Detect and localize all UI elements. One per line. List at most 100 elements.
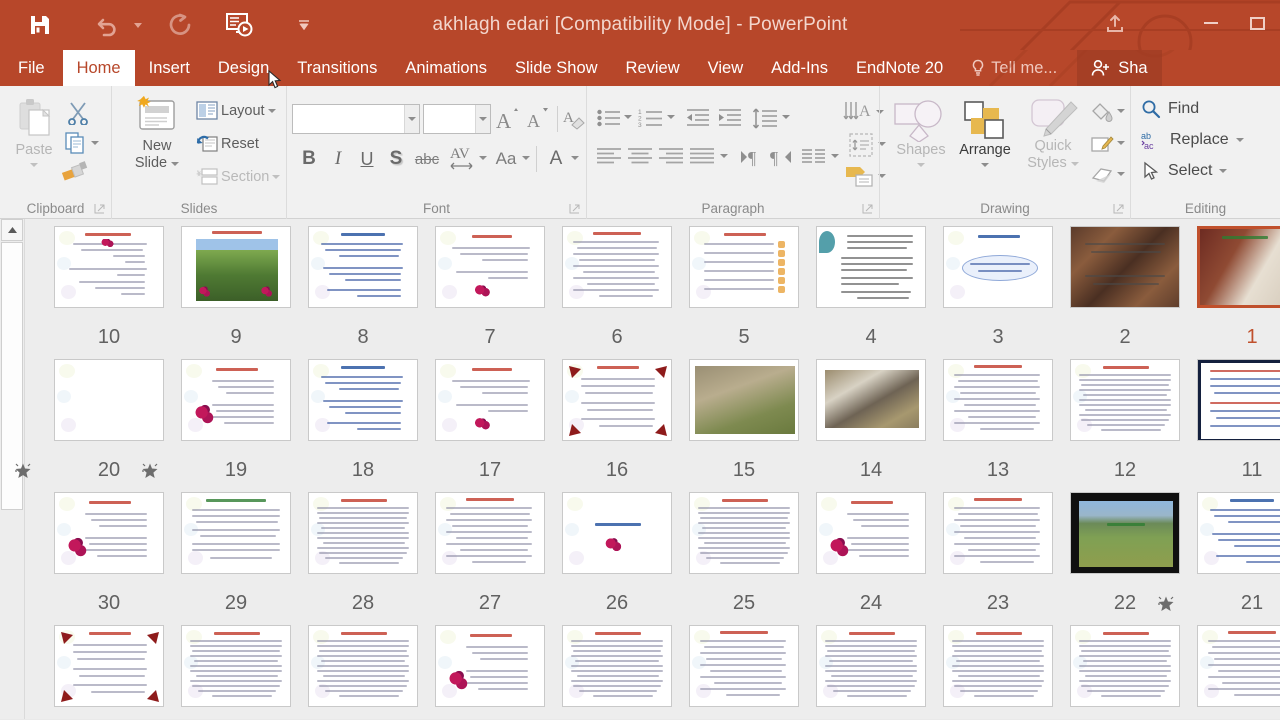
shape-effects-button[interactable]	[1088, 162, 1116, 188]
text-shadow-button[interactable]: S	[382, 144, 410, 174]
font-dialog-launcher[interactable]	[569, 203, 581, 215]
slide-preview[interactable]	[943, 226, 1053, 308]
slide-preview[interactable]	[435, 625, 545, 707]
minimize-button[interactable]	[1188, 0, 1234, 46]
slide-preview[interactable]	[816, 359, 926, 441]
columns-dropdown-caret-icon[interactable]	[831, 154, 839, 158]
slide-thumbnail-3[interactable]: 3	[935, 222, 1062, 355]
drawing-dialog-launcher[interactable]	[1113, 203, 1125, 215]
shapes-button[interactable]: Shapes	[886, 98, 956, 167]
shape-fill-caret-icon[interactable]	[1117, 109, 1125, 113]
slide-preview[interactable]	[181, 492, 291, 574]
italic-button[interactable]: I	[324, 144, 352, 174]
slide-preview[interactable]	[943, 492, 1053, 574]
quick-styles-caret-icon[interactable]	[1070, 161, 1079, 166]
slide-preview[interactable]	[562, 492, 672, 574]
font-size-dropdown-icon[interactable]	[475, 105, 490, 133]
slide-preview[interactable]	[816, 625, 926, 707]
slide-preview[interactable]	[816, 492, 926, 574]
columns-button[interactable]	[799, 142, 829, 172]
slide-thumbnail-12[interactable]: 12	[1062, 355, 1189, 488]
slide-preview[interactable]	[54, 625, 164, 707]
paste-button[interactable]: Paste	[6, 98, 62, 167]
replace-caret-icon[interactable]	[1235, 138, 1244, 142]
bold-button[interactable]: B	[295, 144, 323, 174]
slide-preview[interactable]	[181, 226, 291, 308]
slide-thumbnail-30[interactable]: 30	[46, 488, 173, 621]
bullets-caret-icon[interactable]	[624, 115, 632, 119]
shape-fill-button[interactable]	[1088, 98, 1116, 126]
save-icon[interactable]	[20, 3, 60, 47]
numbering-caret-icon[interactable]	[667, 115, 675, 119]
slide-preview[interactable]	[562, 226, 672, 308]
slide-thumbnail-21[interactable]: 21	[1158, 488, 1280, 621]
convert-to-smartart-button[interactable]	[843, 162, 877, 190]
cut-button[interactable]	[62, 98, 94, 128]
new-slide-button[interactable]: New Slide	[126, 96, 188, 172]
slide-thumbnail-6[interactable]: 6	[554, 222, 681, 355]
character-spacing-caret-icon[interactable]	[479, 156, 487, 160]
slide-preview[interactable]	[435, 226, 545, 308]
slide-preview[interactable]	[1197, 625, 1280, 707]
slide-preview[interactable]	[54, 226, 164, 308]
slide-preview[interactable]	[689, 492, 799, 574]
tab-design[interactable]: Design	[204, 50, 283, 86]
slide-preview[interactable]	[689, 226, 799, 308]
tab-endnote[interactable]: EndNote 20	[842, 50, 957, 86]
tab-slide-show[interactable]: Slide Show	[501, 50, 612, 86]
slide-preview[interactable]	[435, 492, 545, 574]
select-button[interactable]: Select	[1141, 161, 1228, 181]
font-color-caret-icon[interactable]	[571, 156, 579, 160]
slide-preview[interactable]	[562, 625, 672, 707]
font-name-combobox[interactable]	[292, 104, 420, 134]
line-spacing-button[interactable]	[750, 104, 780, 132]
slide-thumbnail-35[interactable]: 35	[681, 621, 808, 719]
slide-thumbnail-11[interactable]: 11	[1189, 355, 1280, 488]
slide-thumbnail-9[interactable]: 9	[173, 222, 300, 355]
slide-thumbnail-26[interactable]: 26	[554, 488, 681, 621]
slide-preview[interactable]	[1070, 492, 1180, 574]
format-painter-button[interactable]	[58, 156, 92, 186]
slide-thumbnail-19[interactable]: 19	[142, 355, 300, 488]
quick-styles-button[interactable]: Quick Styles	[1020, 96, 1086, 172]
slide-thumbnail-8[interactable]: 8	[300, 222, 427, 355]
replace-button[interactable]: ab ac Replace	[1141, 130, 1244, 150]
undo-icon[interactable]	[88, 3, 128, 47]
slide-thumbnail-1[interactable]: 1	[1189, 222, 1280, 355]
start-presentation-icon[interactable]	[222, 3, 256, 47]
tab-add-ins[interactable]: Add-Ins	[757, 50, 842, 86]
numbering-button[interactable]: 1 2 3	[637, 104, 665, 132]
slide-preview[interactable]	[1070, 226, 1180, 308]
select-caret-icon[interactable]	[1219, 169, 1228, 173]
bullets-button[interactable]	[595, 104, 623, 132]
increase-indent-button[interactable]	[715, 104, 745, 132]
ltr-direction-button[interactable]: ¶	[735, 142, 765, 172]
slide-preview[interactable]	[308, 359, 418, 441]
restore-button[interactable]	[1234, 0, 1280, 46]
slide-preview[interactable]	[308, 226, 418, 308]
line-spacing-caret-icon[interactable]	[782, 115, 790, 119]
slide-preview[interactable]	[816, 226, 926, 308]
clipboard-dialog-launcher[interactable]	[94, 203, 106, 215]
slide-thumbnail-18[interactable]: 18	[300, 355, 427, 488]
slide-preview[interactable]	[181, 625, 291, 707]
slide-preview[interactable]	[562, 359, 672, 441]
customize-quick-access-icon[interactable]	[294, 3, 314, 47]
slide-thumbnail-23[interactable]: 23	[935, 488, 1062, 621]
slide-thumbnail-40[interactable]: 40	[46, 621, 173, 719]
slide-thumbnail-13[interactable]: 13	[935, 355, 1062, 488]
slide-thumbnail-37[interactable]: 37	[427, 621, 554, 719]
section-button[interactable]: Section	[196, 167, 281, 186]
slide-preview[interactable]	[1070, 625, 1180, 707]
slide-thumbnail-36[interactable]: 36	[554, 621, 681, 719]
slide-thumbnail-25[interactable]: 25	[681, 488, 808, 621]
tab-transitions[interactable]: Transitions	[283, 50, 391, 86]
slide-thumbnail-31[interactable]: 31	[1189, 621, 1280, 719]
justify-button[interactable]	[686, 142, 718, 172]
slide-thumbnail-39[interactable]: 39	[173, 621, 300, 719]
copy-caret-icon[interactable]	[91, 141, 99, 145]
tab-file[interactable]: File	[0, 50, 63, 86]
new-slide-caret-icon[interactable]	[171, 161, 180, 166]
change-case-button[interactable]: Aa	[490, 144, 522, 174]
paste-caret-icon[interactable]	[30, 163, 38, 167]
